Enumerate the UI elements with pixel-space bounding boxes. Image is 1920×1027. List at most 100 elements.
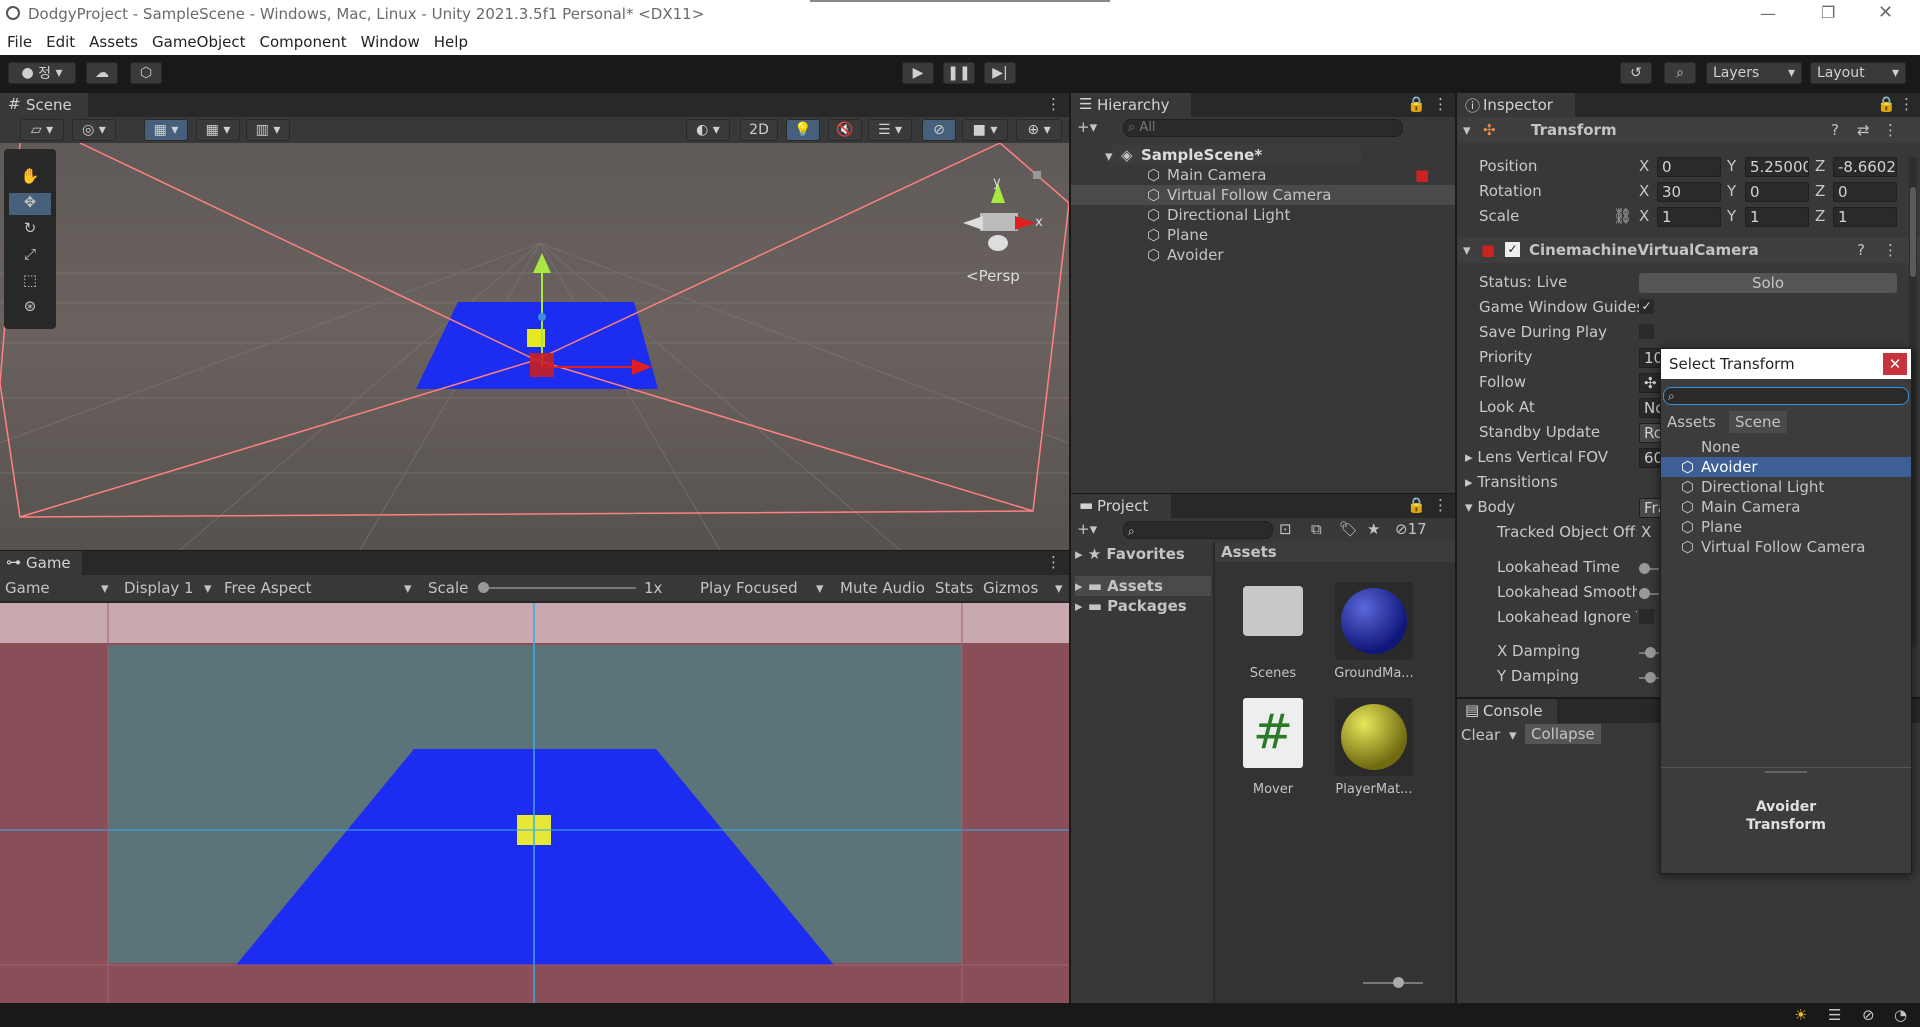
material-player-icon[interactable] xyxy=(1335,698,1413,776)
mute-audio-toggle[interactable]: Mute Audio xyxy=(840,579,925,597)
stats-toggle[interactable]: Stats xyxy=(935,579,973,597)
popup-splitter[interactable] xyxy=(1661,767,1911,773)
aspect-dropdown[interactable]: Free Aspect ▾ xyxy=(224,579,412,597)
constrain-proportions-icon[interactable]: ⛓ xyxy=(1613,207,1632,225)
lock-icon[interactable]: 🔒 xyxy=(1877,95,1896,113)
clear-button[interactable]: Clear xyxy=(1461,726,1500,744)
gizmos-dropdown-game[interactable]: Gizmos ▾ xyxy=(983,579,1063,597)
persp-label[interactable]: <Persp xyxy=(966,267,1020,285)
lock-icon[interactable]: 🔒 xyxy=(1407,95,1426,113)
transitions-foldout[interactable]: ▸ Transitions xyxy=(1465,473,1558,491)
menu-window[interactable]: Window xyxy=(354,29,427,51)
component-menu-icon[interactable]: ⋮ xyxy=(1883,241,1898,259)
collab-icon[interactable]: ⬡ xyxy=(130,62,162,84)
step-button[interactable]: ▶| xyxy=(984,62,1016,84)
menu-gameobject[interactable]: GameObject xyxy=(145,29,253,51)
lookahead-time-slider[interactable] xyxy=(1639,563,1659,574)
menu-help[interactable]: Help xyxy=(427,29,475,51)
history-icon[interactable]: ↺ xyxy=(1620,62,1652,84)
grid-snap-dropdown[interactable]: ▦ ▾ xyxy=(144,119,188,141)
pause-button[interactable]: ❚❚ xyxy=(943,62,975,84)
tab-hierarchy[interactable]: ☰ Hierarchy xyxy=(1071,93,1191,117)
draw-mode-dropdown[interactable]: ▱ ▾ xyxy=(20,119,64,141)
breadcrumb[interactable]: Assets xyxy=(1215,542,1455,562)
hierarchy-item-virtual-follow-camera[interactable]: ⬡ Virtual Follow Camera xyxy=(1071,185,1455,205)
clear-options-dropdown[interactable]: ▾ xyxy=(1509,726,1517,744)
create-button[interactable]: +▾ xyxy=(1077,520,1097,538)
cloud-icon[interactable]: ☁ xyxy=(86,62,118,84)
lighting-toggle-icon[interactable]: 💡 xyxy=(786,119,820,141)
gizmos-dropdown[interactable]: ⊕ ▾ xyxy=(1016,119,1062,141)
restore-icon[interactable]: ❐ xyxy=(1821,3,1835,22)
position-z-field[interactable]: -8.6602 xyxy=(1833,157,1897,177)
camera-dropdown[interactable]: ■ ▾ xyxy=(962,119,1008,141)
icon-size-slider[interactable] xyxy=(1363,977,1423,988)
effects-dropdown[interactable]: ☰ ▾ xyxy=(868,119,912,141)
hierarchy-item-directional-light[interactable]: ⬡ Directional Light xyxy=(1071,205,1455,225)
assets-folder[interactable]: ▸ ▬ Assets xyxy=(1075,576,1211,596)
hidden-packages-icon[interactable]: ⊘17 xyxy=(1395,520,1427,538)
x-damping-slider[interactable] xyxy=(1639,647,1659,658)
auto-refresh-icon[interactable]: ◔ xyxy=(1894,1006,1907,1024)
body-foldout[interactable]: ▾ Body xyxy=(1465,498,1515,516)
rotate-tool-icon[interactable]: ↻ xyxy=(9,219,51,241)
game-viewport[interactable] xyxy=(0,603,1069,1003)
help-icon[interactable]: ? xyxy=(1857,241,1865,259)
lock-icon[interactable]: 🔒 xyxy=(1407,496,1426,514)
y-damping-slider[interactable] xyxy=(1639,672,1659,683)
collapse-toggle[interactable]: Collapse xyxy=(1525,724,1601,744)
favorites-item[interactable]: ▸ ★ Favorites xyxy=(1075,544,1211,564)
solo-button[interactable]: Solo xyxy=(1639,273,1897,293)
label-icon[interactable]: 🏷 xyxy=(1339,520,1358,538)
hierarchy-item-main-camera[interactable]: ⬡ Main Camera ■ xyxy=(1071,165,1455,185)
hierarchy-search[interactable]: ⌕ All xyxy=(1123,119,1403,137)
popup-item-avoider[interactable]: ⬡ Avoider xyxy=(1661,457,1911,477)
component-enabled-checkbox[interactable]: ✓ xyxy=(1505,242,1520,257)
popup-item-virtual-follow-camera[interactable]: ⬡ Virtual Follow Camera xyxy=(1661,537,1911,557)
scale-y-field[interactable]: 1 xyxy=(1745,207,1809,227)
popup-close-icon[interactable]: ✕ xyxy=(1883,353,1907,375)
tab-scene[interactable]: # Scene xyxy=(0,93,88,117)
scale-slider[interactable] xyxy=(478,582,636,593)
menu-component[interactable]: Component xyxy=(253,29,354,51)
search-icon[interactable]: ⌕ xyxy=(1664,62,1696,84)
inspector-menu-icon[interactable]: ⋮ xyxy=(1899,95,1914,113)
hand-tool-icon[interactable]: ✋ xyxy=(9,167,51,189)
game-menu-icon[interactable]: ⋮ xyxy=(1046,553,1061,571)
scale-tool-icon[interactable]: ⤢ xyxy=(9,245,51,267)
lighting-status-icon[interactable]: ☀ xyxy=(1794,1006,1807,1024)
account-dropdown[interactable]: ● 정 ▾ xyxy=(8,62,76,84)
position-y-field[interactable]: 5.25000 xyxy=(1745,157,1809,177)
lookahead-smooth-slider[interactable] xyxy=(1639,588,1659,599)
help-icon[interactable]: ? xyxy=(1831,121,1839,139)
play-focused-dropdown[interactable]: Play Focused ▾ xyxy=(700,579,824,597)
scene-viewport[interactable]: y x <Persp ✋ ✥ ↻ ⤢ ⬚ ⊛ xyxy=(0,143,1069,550)
visibility-toggle-icon[interactable]: ⊘ xyxy=(922,119,956,141)
project-menu-icon[interactable]: ⋮ xyxy=(1433,496,1448,514)
layout-dropdown[interactable]: Layout ▾ xyxy=(1810,62,1906,84)
hierarchy-item-avoider[interactable]: ⬡ Avoider xyxy=(1071,245,1455,265)
move-tool-icon[interactable]: ✥ xyxy=(9,193,51,215)
scene-menu-icon[interactable]: ⋮ xyxy=(1046,95,1061,113)
game-view-dropdown[interactable]: Game ▾ xyxy=(5,579,109,597)
toggle-2d-button[interactable]: 2D xyxy=(740,119,778,141)
scale-z-field[interactable]: 1 xyxy=(1833,207,1897,227)
popup-search-input[interactable]: ⌕ xyxy=(1663,387,1909,405)
packages-folder[interactable]: ▸ ▬ Packages xyxy=(1075,596,1211,616)
popup-tab-assets[interactable]: Assets xyxy=(1667,413,1716,431)
search-by-type-icon[interactable]: ⊡ xyxy=(1279,520,1292,538)
folder-icon[interactable] xyxy=(1243,586,1303,636)
minimize-icon[interactable]: — xyxy=(1760,4,1776,23)
popup-tab-scene[interactable]: Scene xyxy=(1729,411,1787,433)
lookahead-ignore-y-checkbox[interactable] xyxy=(1639,609,1654,624)
scene-row[interactable]: ▾ ◈ SampleScene* xyxy=(1105,145,1361,165)
material-ground-icon[interactable] xyxy=(1335,582,1413,660)
rotation-x-field[interactable]: 30 xyxy=(1657,182,1721,202)
increment-dropdown[interactable]: ▥ ▾ xyxy=(246,119,290,141)
debug-mode-icon[interactable]: ⊘ xyxy=(1862,1006,1875,1024)
component-menu-icon[interactable]: ⋮ xyxy=(1883,121,1898,139)
rotation-y-field[interactable]: 0 xyxy=(1745,182,1809,202)
tab-project[interactable]: ▬ Project xyxy=(1071,494,1171,518)
hierarchy-menu-icon[interactable]: ⋮ xyxy=(1433,95,1448,113)
script-hash-icon[interactable]: # xyxy=(1243,698,1303,768)
